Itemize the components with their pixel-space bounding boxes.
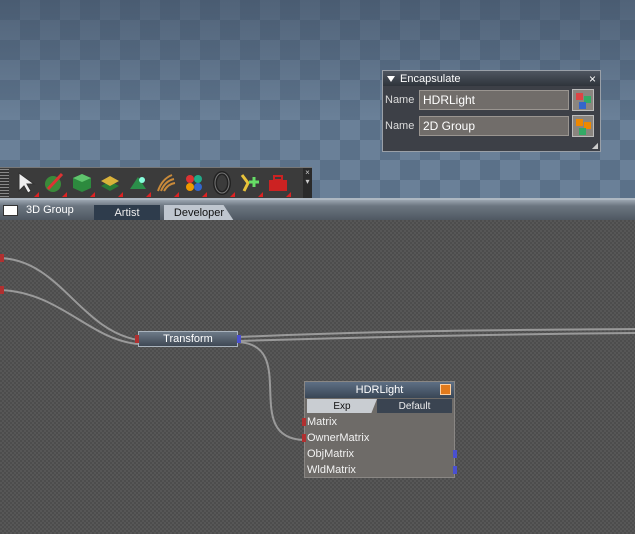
pick-node-icon-part [579,102,586,109]
node-graph-canvas[interactable]: Transform HDRLight Exp Default Matrix Ow… [0,220,635,534]
hdrlight-node-header[interactable]: HDRLight [305,382,454,398]
group-breadcrumb[interactable]: 3D Group [3,204,74,216]
hdrlight-node[interactable]: HDRLight Exp Default Matrix OwnerMatrix … [302,381,457,478]
pick-node-icon [576,93,583,100]
node-mode-tabs: Exp Default [307,399,452,413]
name-label: Name [385,120,415,132]
select-arrow-icon[interactable] [12,170,39,197]
layers-icon[interactable] [96,170,123,197]
encapsulate-titlebar[interactable]: Encapsulate × [383,71,600,86]
encapsulate-row: Name 2D Group [383,114,600,138]
tab-developer[interactable]: Developer [164,205,234,221]
pick-node-button[interactable] [572,115,594,137]
tool-palette: × ▾ [0,167,312,198]
toolbox-icon[interactable] [264,170,291,197]
encapsulate-panel: Encapsulate × Name HDRLight Name 2D Grou… [382,70,601,152]
group-label: 3D Group [26,204,74,216]
node-toggle-icon[interactable] [440,384,451,395]
transform-node[interactable]: Transform [135,331,241,347]
wire [0,289,139,345]
encapsulate-row: Name HDRLight [383,88,600,112]
pick-node-icon [576,119,583,126]
resize-grip-icon[interactable]: ◢ [592,141,598,150]
light-add-icon[interactable] [236,170,263,197]
wire-endpoint[interactable] [0,286,4,294]
torus-icon[interactable] [208,170,235,197]
name-label: Name [385,94,415,106]
spheres-icon[interactable] [180,170,207,197]
wire [237,341,305,441]
toolbar-drag-handle[interactable] [0,169,9,197]
port-label: ObjMatrix [307,448,355,460]
port-label: Matrix [307,416,337,428]
output-port[interactable] [453,466,457,474]
connection-wires [0,254,635,441]
transform-output-port[interactable] [237,335,241,343]
hdrlight-node-title: HDRLight [355,384,404,396]
port-wldmatrix[interactable]: WldMatrix [305,462,457,478]
cube-icon[interactable] [68,170,95,197]
port-ownermatrix[interactable]: OwnerMatrix [302,430,454,446]
tab-artist[interactable]: Artist [94,205,160,221]
transform-input-port[interactable] [135,335,139,343]
wire [0,257,139,341]
collapse-triangle-icon[interactable] [387,75,395,82]
encapsulate-title: Encapsulate [400,72,461,85]
port-label: OwnerMatrix [307,432,370,444]
editor-tab-bar: 3D Group Artist Developer [0,198,635,221]
transform-icon[interactable] [124,170,151,197]
name-field[interactable]: HDRLight [419,90,569,110]
input-port[interactable] [302,418,306,426]
close-icon[interactable]: × [589,73,596,85]
name-field[interactable]: 2D Group [419,116,569,136]
pick-node-icon-part [579,128,586,135]
port-label: WldMatrix [307,464,356,476]
paint-icon[interactable] [40,170,67,197]
pick-node-button[interactable] [572,89,594,111]
port-objmatrix[interactable]: ObjMatrix [305,446,457,462]
transform-node-label: Transform [163,333,213,345]
tab-exp[interactable]: Exp [307,399,377,413]
wire-endpoint[interactable] [0,254,4,262]
group-icon [3,204,18,216]
toolbar-overflow-icon[interactable]: × ▾ [303,168,312,198]
input-port[interactable] [302,434,306,442]
port-matrix[interactable]: Matrix [302,414,454,430]
grass-icon[interactable] [152,170,179,197]
output-port[interactable] [453,450,457,458]
tab-default[interactable]: Default [377,399,452,413]
